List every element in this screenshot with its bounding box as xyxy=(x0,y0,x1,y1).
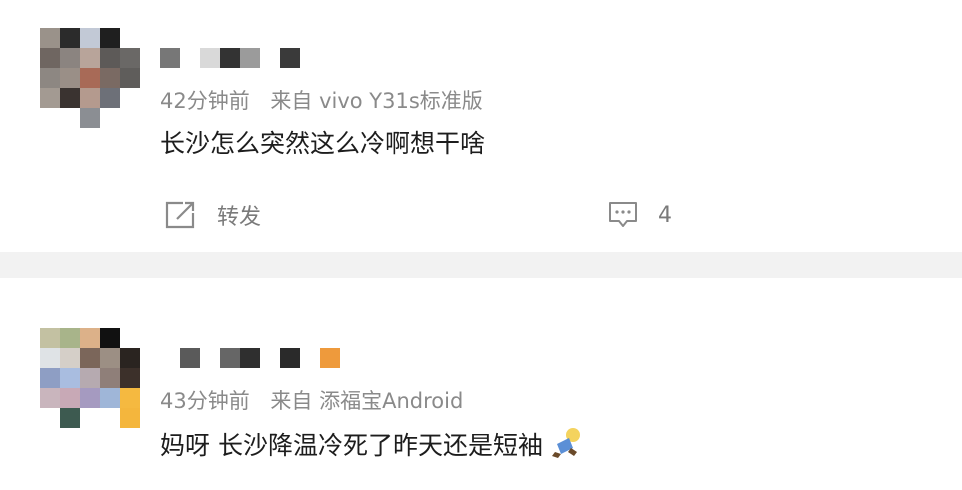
avatar-pixel xyxy=(80,108,100,128)
username-pixel xyxy=(240,348,260,368)
avatar-pixel xyxy=(40,48,60,68)
avatar-pixel xyxy=(80,348,100,368)
avatar-pixel xyxy=(80,48,100,68)
avatar-pixel xyxy=(80,328,100,348)
avatar-pixel xyxy=(100,88,120,108)
username-pixelated[interactable] xyxy=(160,48,320,68)
username-pixel xyxy=(240,48,260,68)
avatar-pixel xyxy=(120,68,140,88)
avatar-pixel xyxy=(60,388,80,408)
avatar-pixel xyxy=(40,388,60,408)
avatar-pixel xyxy=(100,48,120,68)
avatar-pixel xyxy=(120,388,140,408)
avatar-pixel xyxy=(80,368,100,388)
avatar-pixel xyxy=(80,88,100,108)
comment-text: 长沙怎么突然这么冷啊想干啥 xyxy=(160,129,486,158)
avatar-pixel xyxy=(80,68,100,88)
avatar-pixel xyxy=(60,368,80,388)
avatar[interactable] xyxy=(40,28,140,128)
person-in-blue-emoji xyxy=(549,426,583,466)
avatar-pixel xyxy=(40,28,60,48)
avatar-pixel xyxy=(40,368,60,388)
timestamp: 42分钟前 xyxy=(160,89,250,113)
comment-card: 43分钟前 来自 添福宝Android 妈呀 长沙降温冷死了昨天还是短袖 xyxy=(0,278,962,490)
comment-text-content: 妈呀 长沙降温冷死了昨天还是短袖 xyxy=(160,431,543,460)
comment-meta: 42分钟前 来自 vivo Y31s标准版 xyxy=(160,85,483,115)
username-pixel xyxy=(160,48,180,68)
avatar[interactable] xyxy=(40,328,140,428)
avatar-pixel xyxy=(120,48,140,68)
avatar-pixel xyxy=(60,88,80,108)
comment-meta: 43分钟前 来自 添福宝Android xyxy=(160,385,463,415)
avatar-pixel xyxy=(100,348,120,368)
comment-icon xyxy=(609,202,637,227)
username-pixel xyxy=(320,348,340,368)
avatar-pixel xyxy=(80,28,100,48)
username-pixel xyxy=(220,48,240,68)
username-pixel xyxy=(280,48,300,68)
timestamp: 43分钟前 xyxy=(160,389,250,413)
avatar-pixel xyxy=(60,68,80,88)
username-pixel xyxy=(200,48,220,68)
comment-card: 42分钟前 来自 vivo Y31s标准版 长沙怎么突然这么冷啊想干啥 转发 4 xyxy=(0,0,962,252)
avatar-pixel xyxy=(120,408,140,428)
avatar-pixel xyxy=(100,328,120,348)
avatar-pixel xyxy=(40,328,60,348)
avatar-pixel xyxy=(100,368,120,388)
comment-text: 妈呀 长沙降温冷死了昨天还是短袖 xyxy=(160,426,583,466)
avatar-pixel xyxy=(60,328,80,348)
avatar-pixel xyxy=(80,388,100,408)
repost-icon xyxy=(165,201,195,229)
username-pixelated[interactable] xyxy=(160,348,350,368)
avatar-pixel xyxy=(40,88,60,108)
comment-count: 4 xyxy=(658,202,672,228)
avatar-pixel xyxy=(100,388,120,408)
avatar-pixel xyxy=(60,28,80,48)
avatar-pixel xyxy=(60,48,80,68)
device-source: 来自 vivo Y31s标准版 xyxy=(270,89,483,113)
avatar-pixel xyxy=(120,348,140,368)
username-pixel xyxy=(180,348,200,368)
avatar-pixel xyxy=(60,408,80,428)
repost-button[interactable]: 转发 xyxy=(163,199,261,231)
repost-label: 转发 xyxy=(217,205,262,230)
comment-button[interactable]: 4 xyxy=(607,200,672,230)
avatar-pixel xyxy=(120,368,140,388)
username-pixel xyxy=(280,348,300,368)
username-pixel xyxy=(220,348,240,368)
avatar-pixel xyxy=(40,348,60,368)
avatar-pixel xyxy=(100,68,120,88)
device-source: 来自 添福宝Android xyxy=(270,389,464,413)
avatar-pixel xyxy=(100,28,120,48)
avatar-pixel xyxy=(60,348,80,368)
avatar-pixel xyxy=(40,68,60,88)
